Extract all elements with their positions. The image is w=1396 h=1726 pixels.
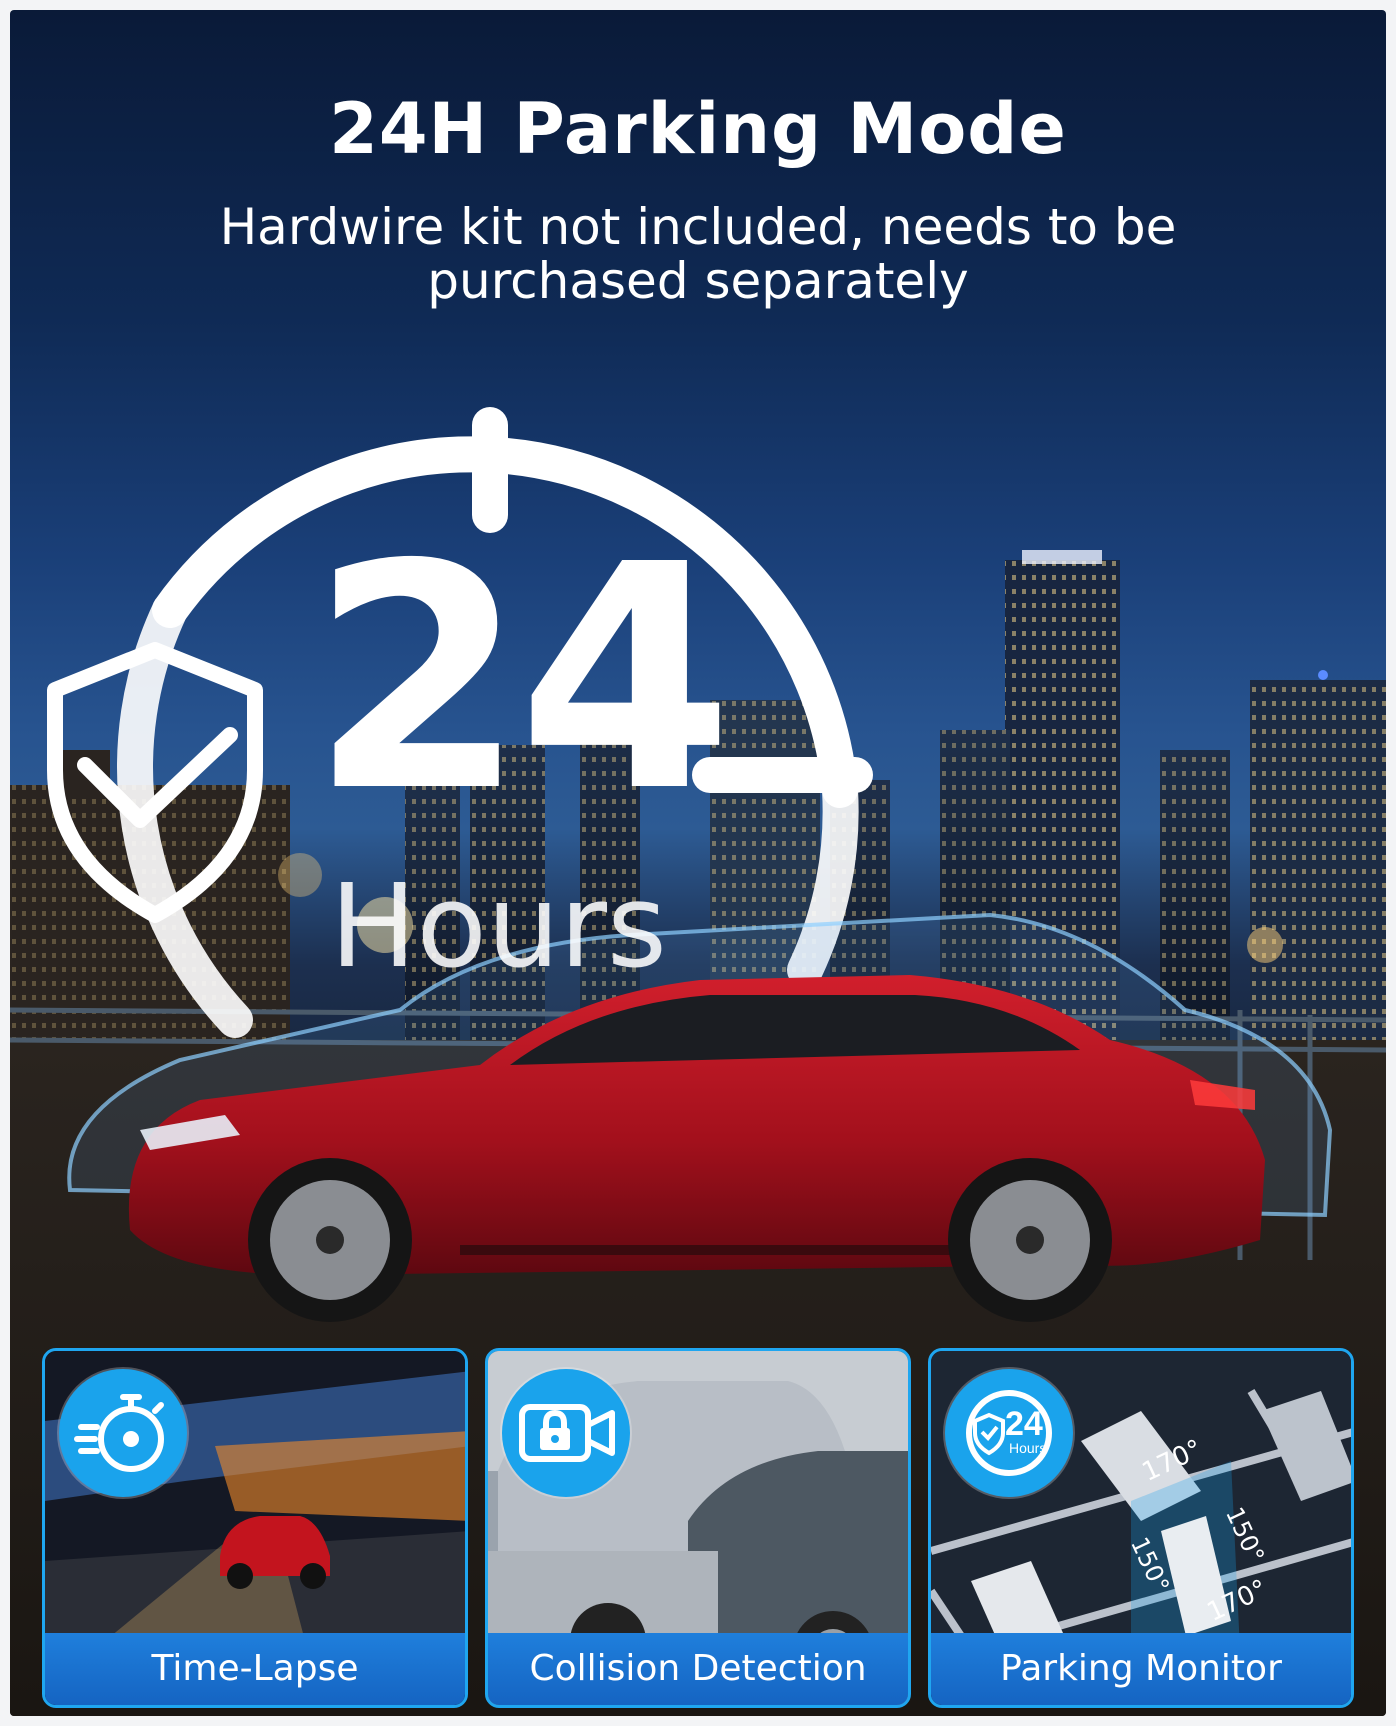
- 24-hours-shield-icon: 24 Hours: [966, 1390, 1052, 1476]
- feature-card-parking-monitor: 24 Hours 170° 150° 150° 170° Parking Mon…: [928, 1348, 1354, 1708]
- promo-banner: 24 Hours 24H Parking Mode Hardwire kit n…: [10, 10, 1386, 1716]
- feature-card-collision-detection: Collision Detection: [485, 1348, 911, 1708]
- camera-lock-icon: [519, 1404, 615, 1462]
- hero-number: 24: [310, 499, 733, 860]
- badge-number: 24: [1005, 1405, 1043, 1443]
- collision-badge: [502, 1369, 630, 1497]
- feature-label: Time-Lapse: [45, 1633, 465, 1705]
- badge-unit: Hours: [1009, 1440, 1046, 1456]
- stopwatch-icon: [74, 1394, 164, 1472]
- feature-label: Collision Detection: [488, 1633, 908, 1705]
- hero-unit: Hours: [330, 860, 667, 994]
- parking-monitor-badge: 24 Hours: [945, 1369, 1073, 1497]
- time-lapse-badge: [59, 1369, 187, 1497]
- page-subtitle: Hardwire kit not included, needs to be p…: [219, 198, 1177, 310]
- front-wheel: [248, 1158, 412, 1322]
- feature-label: Parking Monitor: [931, 1633, 1351, 1705]
- feature-card-time-lapse: Time-Lapse: [42, 1348, 468, 1708]
- page-title: 24H Parking Mode: [329, 88, 1067, 170]
- rear-wheel: [948, 1158, 1112, 1322]
